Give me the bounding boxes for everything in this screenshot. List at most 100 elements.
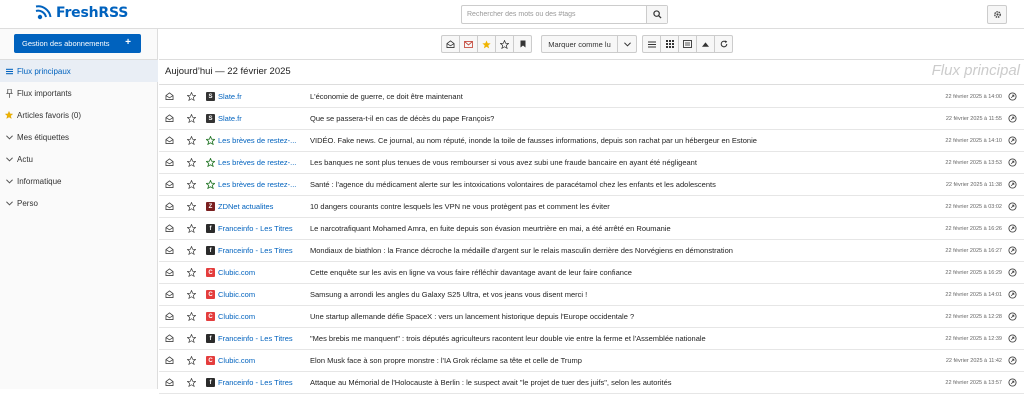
article-row[interactable]: Les brèves de restez-... VIDÉO. Fake news… [159,130,1024,152]
article-row[interactable]: Z ZDNet actualites 10 dangers courants con… [159,196,1024,218]
article-title[interactable]: Les banques ne sont plus tenues de vous … [310,158,930,167]
sidebar-item-labels[interactable]: Mes étiquettes [0,126,158,148]
article-feed-link[interactable]: f Franceinfo - Les Titres [206,246,300,255]
refresh-button[interactable] [714,35,733,53]
external-link-button[interactable] [1008,334,1017,345]
article-title[interactable]: 10 dangers courants contre lesquels les … [310,202,930,211]
mark-read-toggle[interactable] [165,268,174,278]
article-feed-link[interactable]: f Franceinfo - Les Titres [206,224,300,233]
article-feed-link[interactable]: C Clubic.com [206,290,300,299]
search-button[interactable] [646,6,667,23]
sidebar-item-favorites[interactable]: Articles favoris (0) [0,104,158,126]
filter-unread-button[interactable] [459,35,478,53]
article-feed-link[interactable]: S Slate.fr [206,92,300,101]
article-title[interactable]: Santé : l'agence du médicament alerte su… [310,180,930,189]
mark-read-toggle[interactable] [165,136,174,146]
freshrss-logo[interactable]: FreshRSS [34,5,128,21]
view-normal-button[interactable] [642,35,661,53]
article-feed-link[interactable]: C Clubic.com [206,356,300,365]
manage-subscriptions-button[interactable]: Gestion des abonnements + [14,34,141,53]
sidebar-item-important[interactable]: Flux importants [0,82,158,104]
mark-read-toggle[interactable] [165,114,174,124]
favorite-toggle[interactable] [186,135,197,147]
external-link-button[interactable] [1008,158,1017,169]
favorite-toggle[interactable] [186,333,197,345]
article-row[interactable]: C Clubic.com Samsung a arrondi les angles … [159,284,1024,306]
article-title[interactable]: Une startup allemande défie SpaceX : ver… [310,312,930,321]
favorite-toggle[interactable] [186,289,197,301]
external-link-button[interactable] [1008,356,1017,367]
mark-read-toggle[interactable] [165,202,174,212]
article-row[interactable]: f Franceinfo - Les Titres Attaque au Mémor… [159,372,1024,394]
article-title[interactable]: "Mes brebis me manquent" : trois députés… [310,334,930,343]
filter-not-favorites-button[interactable] [495,35,514,53]
mark-as-read-button[interactable]: Marquer comme lu [541,35,618,53]
favorite-toggle[interactable] [186,201,197,213]
article-row[interactable]: f Franceinfo - Les Titres "Mes brebis me m… [159,328,1024,350]
article-row[interactable]: Les brèves de restez-... Les banques ne s… [159,152,1024,174]
mark-read-toggle[interactable] [165,334,174,344]
article-title[interactable]: Le narcotrafiquant Mohamed Amra, en fuit… [310,224,930,233]
article-title[interactable]: Samsung a arrondi les angles du Galaxy S… [310,290,930,299]
article-feed-link[interactable]: S Slate.fr [206,114,300,123]
filter-bookmark-button[interactable] [513,35,532,53]
article-title[interactable]: Cette enquête sur les avis en ligne va v… [310,268,930,277]
mark-read-toggle[interactable] [165,180,174,190]
external-link-button[interactable] [1008,378,1017,389]
article-title[interactable]: VIDÉO. Fake news. Ce journal, au nom rép… [310,136,930,145]
article-feed-link[interactable]: f Franceinfo - Les Titres [206,378,300,387]
article-row[interactable]: S Slate.fr Que se passera-t-il en cas de d… [159,108,1024,130]
sidebar-item-perso[interactable]: Perso [0,192,158,214]
favorite-toggle[interactable] [186,355,197,367]
sidebar-item-informatique[interactable]: Informatique [0,170,158,192]
view-grid-button[interactable] [660,35,679,53]
external-link-button[interactable] [1008,202,1017,213]
article-title[interactable]: Attaque au Mémorial de l'Holocauste à Be… [310,378,930,387]
article-row[interactable]: Les brèves de restez-... Santé : l'agence… [159,174,1024,196]
article-title[interactable]: L'économie de guerre, ce doit être maint… [310,92,930,101]
external-link-button[interactable] [1008,246,1017,257]
external-link-button[interactable] [1008,92,1017,103]
article-row[interactable]: f Franceinfo - Les Titres Le narcotrafiqua… [159,218,1024,240]
view-reader-button[interactable] [678,35,697,53]
external-link-button[interactable] [1008,268,1017,279]
favorite-toggle[interactable] [186,267,197,279]
sidebar-item-main-stream[interactable]: Flux principaux [0,60,158,82]
mark-read-toggle[interactable] [165,356,174,366]
article-row[interactable]: C Clubic.com Elon Musk face à son propre m… [159,350,1024,372]
external-link-button[interactable] [1008,180,1017,191]
sidebar-item-actu[interactable]: Actu [0,148,158,170]
article-row[interactable]: S Slate.fr L'économie de guerre, ce doit ê… [159,86,1024,108]
article-feed-link[interactable]: Z ZDNet actualites [206,202,300,211]
external-link-button[interactable] [1008,290,1017,301]
article-feed-link[interactable]: Les brèves de restez-... [206,180,300,189]
settings-button[interactable] [987,5,1007,24]
external-link-button[interactable] [1008,136,1017,147]
favorite-toggle[interactable] [186,311,197,323]
mark-read-toggle[interactable] [165,378,174,388]
article-title[interactable]: Que se passera-t-il en cas de décès du p… [310,114,930,123]
favorite-toggle[interactable] [186,91,197,103]
article-feed-link[interactable]: C Clubic.com [206,268,300,277]
mark-as-read-dropdown[interactable] [617,35,637,53]
favorite-toggle[interactable] [186,113,197,125]
filter-favorites-button[interactable] [477,35,496,53]
article-feed-link[interactable]: C Clubic.com [206,312,300,321]
external-link-button[interactable] [1008,312,1017,323]
mark-read-toggle[interactable] [165,290,174,300]
mark-read-toggle[interactable] [165,158,174,168]
favorite-toggle[interactable] [186,179,197,191]
sort-order-button[interactable] [696,35,715,53]
article-row[interactable]: C Clubic.com Cette enquête sur les avis en… [159,262,1024,284]
search-input[interactable] [462,6,646,23]
article-title[interactable]: Mondiaux de biathlon : la France décroch… [310,246,930,255]
external-link-button[interactable] [1008,224,1017,235]
favorite-toggle[interactable] [186,245,197,257]
article-feed-link[interactable]: Les brèves de restez-... [206,158,300,167]
favorite-toggle[interactable] [186,377,197,389]
favorite-toggle[interactable] [186,157,197,169]
article-feed-link[interactable]: f Franceinfo - Les Titres [206,334,300,343]
mark-read-toggle[interactable] [165,312,174,322]
article-feed-link[interactable]: Les brèves de restez-... [206,136,300,145]
mark-read-toggle[interactable] [165,224,174,234]
